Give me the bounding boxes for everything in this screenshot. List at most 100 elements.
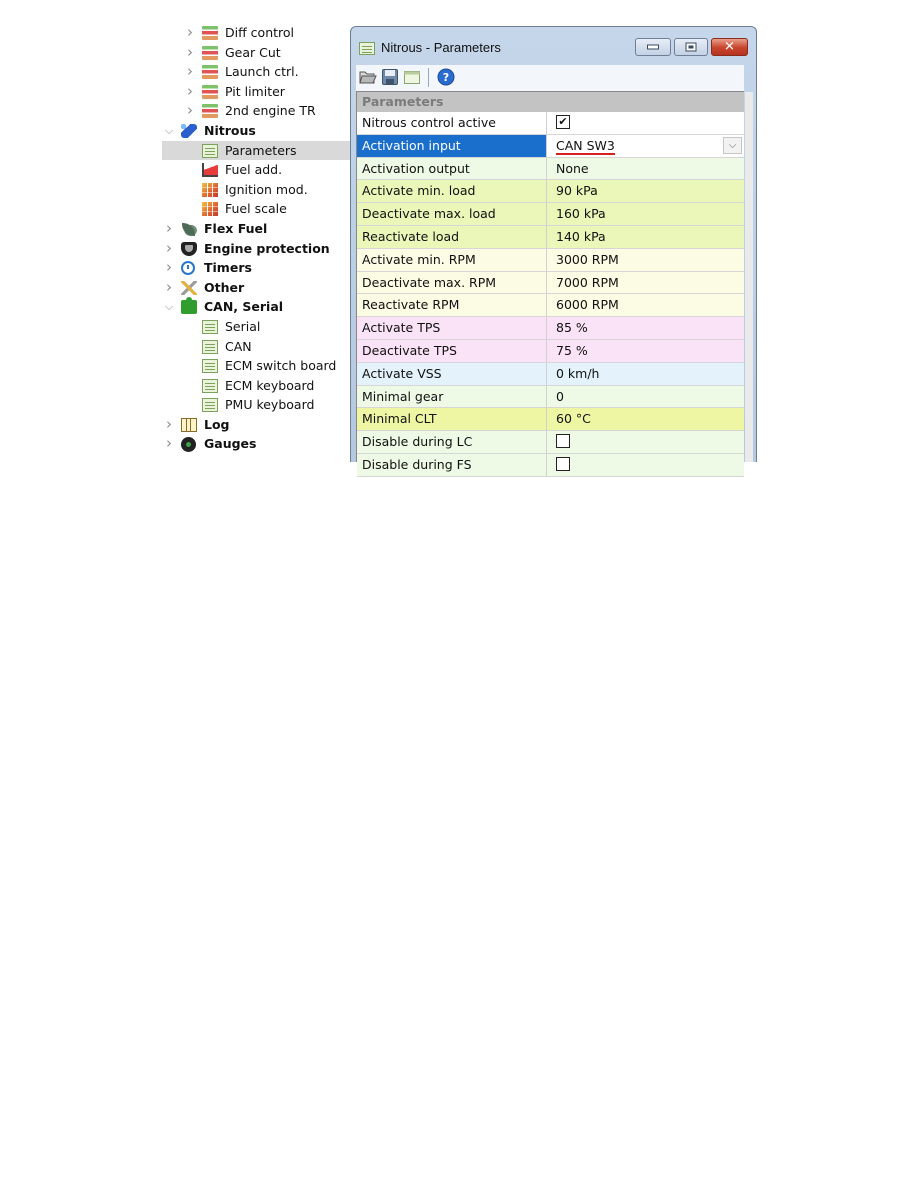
activation-input-dropdown[interactable]: CAN SW3 ⌵ xyxy=(548,134,744,157)
parameter-value[interactable]: 0 xyxy=(548,386,744,408)
save-icon[interactable] xyxy=(381,68,399,86)
tree-item-nitrous[interactable]: ⌵ Nitrous xyxy=(162,121,350,141)
maximize-button[interactable] xyxy=(674,38,708,56)
parameter-row[interactable]: Minimal CLT 60 °C xyxy=(357,408,744,432)
tree-item-serial[interactable]: Serial xyxy=(162,317,350,337)
parameter-row[interactable]: Activate TPS 85 % xyxy=(357,317,744,340)
parameter-value[interactable]: 75 % xyxy=(548,340,744,362)
nitrous-parameters-window: Nitrous - Parameters ✕ ? Parameters Nitr… xyxy=(350,26,757,477)
chevron-right-icon[interactable]: › xyxy=(185,82,195,102)
parameter-label: Activation output xyxy=(357,157,547,180)
tree-item-other[interactable]: › Other xyxy=(162,278,350,298)
chevron-right-icon[interactable]: › xyxy=(164,258,174,278)
parameter-value[interactable]: 140 kPa xyxy=(548,226,744,248)
tree-item-fuel-add[interactable]: Fuel add. xyxy=(162,160,350,180)
parameter-row[interactable]: Minimal gear 0 xyxy=(357,385,744,409)
tree-item-pmu-keyboard[interactable]: PMU keyboard xyxy=(162,395,350,415)
tree-item-label: Diff control xyxy=(225,25,295,40)
parameter-label: Deactivate TPS xyxy=(357,339,547,362)
chevron-down-icon[interactable]: ⌵ xyxy=(723,136,742,154)
tree-item-label: PMU keyboard xyxy=(225,397,315,413)
tree-item-can[interactable]: CAN xyxy=(162,337,350,357)
tree-item-pit-limiter[interactable]: › Pit limiter xyxy=(162,82,350,102)
parameter-row[interactable]: Deactivate TPS 75 % xyxy=(357,339,744,363)
chevron-right-icon[interactable]: › xyxy=(164,278,174,298)
parameter-value[interactable]: 85 % xyxy=(548,317,744,339)
chevron-down-icon[interactable]: ⌵ xyxy=(164,297,174,317)
tree-item-label: Pit limiter xyxy=(225,83,285,99)
chevron-down-icon[interactable]: ⌵ xyxy=(164,121,174,141)
chevron-right-icon[interactable]: › xyxy=(185,101,195,121)
parameter-value[interactable]: 6000 RPM xyxy=(548,294,744,316)
parameter-value[interactable]: 3000 RPM xyxy=(548,249,744,271)
title-bar[interactable]: Nitrous - Parameters ✕ xyxy=(351,27,756,61)
parameter-row[interactable]: Activate min. RPM 3000 RPM xyxy=(357,248,744,272)
tree-item-gauges[interactable]: › Gauges xyxy=(162,434,350,454)
parameter-row[interactable]: Disable during LC xyxy=(357,431,744,454)
parameter-label: Minimal gear xyxy=(357,385,547,408)
parameter-value[interactable]: 160 kPa xyxy=(548,203,744,225)
parameter-value[interactable]: 0 km/h xyxy=(548,363,744,385)
chevron-right-icon[interactable]: › xyxy=(185,43,195,63)
parameter-label: Nitrous control active xyxy=(357,112,547,134)
table-stack-icon xyxy=(202,84,218,99)
parameter-label: Activate min. load xyxy=(357,180,547,203)
parameters-grid-icon xyxy=(202,339,218,354)
parameter-row[interactable]: Nitrous control active ✔ xyxy=(357,112,744,135)
checkbox-unchecked[interactable] xyxy=(556,434,570,449)
maximize-icon xyxy=(685,42,697,52)
parameter-row[interactable]: Activation input CAN SW3 ⌵ xyxy=(357,134,744,158)
tree-item-label: Ignition mod. xyxy=(225,181,308,197)
tree-item-label: ECM keyboard xyxy=(225,377,315,393)
tree-item-ecm-switch-board[interactable]: ECM switch board xyxy=(162,356,350,376)
tree-item-launch-ctrl[interactable]: › Launch ctrl. xyxy=(162,62,350,82)
tree-item-gear-cut[interactable]: › Gear Cut xyxy=(162,43,350,63)
close-button[interactable]: ✕ xyxy=(711,38,748,56)
close-icon: ✕ xyxy=(724,39,735,55)
parameter-row[interactable]: Deactivate max. RPM 7000 RPM xyxy=(357,271,744,295)
vertical-scrollbar[interactable] xyxy=(745,92,753,462)
dropdown-value: CAN SW3 xyxy=(556,137,615,155)
window-title: Nitrous - Parameters xyxy=(381,40,501,55)
tree-item-diff-control[interactable]: › Diff control xyxy=(162,23,350,43)
tree-item-ecm-keyboard[interactable]: ECM keyboard xyxy=(162,376,350,396)
tree-item-timers[interactable]: › Timers xyxy=(162,258,350,278)
tree-item-fuel-scale[interactable]: Fuel scale xyxy=(162,199,350,219)
tree-item-label: Gear Cut xyxy=(225,44,281,60)
parameter-row[interactable]: Activate min. load 90 kPa xyxy=(357,180,744,204)
help-icon[interactable]: ? xyxy=(437,68,455,86)
chevron-right-icon[interactable]: › xyxy=(164,239,174,259)
tree-item-log[interactable]: › Log xyxy=(162,415,350,435)
chevron-right-icon[interactable]: › xyxy=(164,219,174,239)
tree-item-label: Fuel add. xyxy=(225,162,283,178)
checkbox-checked[interactable]: ✔ xyxy=(556,115,570,129)
parameter-value[interactable]: 60 °C xyxy=(548,408,744,430)
minimize-button[interactable] xyxy=(635,38,671,56)
chevron-right-icon[interactable]: › xyxy=(164,415,174,435)
parameter-value[interactable]: 90 kPa xyxy=(548,180,744,202)
tree-item-can-serial[interactable]: ⌵ CAN, Serial xyxy=(162,297,350,317)
parameter-row[interactable]: Activation output None xyxy=(357,157,744,181)
parameter-label: Activate VSS xyxy=(357,362,547,385)
tree-item-flex-fuel[interactable]: › Flex Fuel xyxy=(162,219,350,239)
view-icon[interactable] xyxy=(403,68,421,86)
chevron-right-icon[interactable]: › xyxy=(185,62,195,82)
chevron-right-icon[interactable]: › xyxy=(164,434,174,454)
tree-item-ignition-mod[interactable]: Ignition mod. xyxy=(162,180,350,200)
tree-item-label: Launch ctrl. xyxy=(225,64,299,80)
parameter-row[interactable]: Deactivate max. load 160 kPa xyxy=(357,203,744,226)
tree-item-engine-protection[interactable]: › Engine protection xyxy=(162,239,350,259)
parameter-row[interactable]: Disable during FS xyxy=(357,453,744,477)
parameter-row[interactable]: Activate VSS 0 km/h xyxy=(357,362,744,386)
parameter-value[interactable]: None xyxy=(548,158,744,180)
parameter-value[interactable]: 7000 RPM xyxy=(548,272,744,294)
checkbox-unchecked[interactable] xyxy=(556,456,570,471)
tree-item-label: Gauges xyxy=(204,436,257,452)
tree-item-2nd-engine-tr[interactable]: › 2nd engine TR xyxy=(162,101,350,121)
open-icon[interactable] xyxy=(359,68,377,86)
parameter-row[interactable]: Reactivate RPM 6000 RPM xyxy=(357,294,744,318)
chevron-right-icon[interactable]: › xyxy=(185,23,195,43)
parameters-grid-icon xyxy=(202,398,218,413)
parameter-row[interactable]: Reactivate load 140 kPa xyxy=(357,225,744,249)
tree-item-parameters[interactable]: Parameters xyxy=(162,140,350,161)
